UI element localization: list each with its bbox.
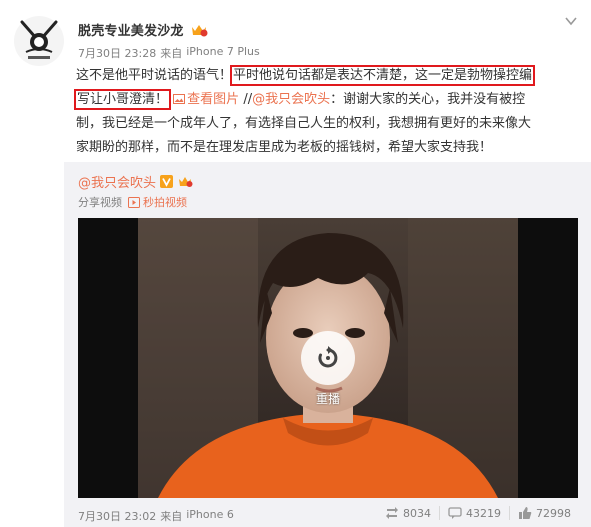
video-tag-link[interactable]: 秒拍视频 — [128, 194, 187, 210]
text-segment: 这不是他平时说话的语气！ — [76, 68, 233, 83]
vip-badge-icon — [179, 177, 193, 187]
author-line: 脱壳专业美发沙龙 — [78, 20, 208, 39]
highlighted-text-2: 写让小哥澄清！ — [73, 89, 172, 110]
text-segment: ：谢谢大家的关心，我并没有被控 — [330, 92, 526, 107]
replay-button[interactable] — [301, 331, 355, 385]
repost-separator: // — [243, 92, 253, 107]
share-label: 分享视频 — [78, 196, 122, 209]
repost-author[interactable]: @我只会吹头 — [78, 172, 156, 191]
repost-tags: 分享视频 秒拍视频 — [78, 194, 187, 210]
highlighted-text-1: 平时他说句话都是表达不清楚，这一定是勃物操控编 — [230, 65, 536, 86]
like-count-button[interactable]: 72998 — [509, 506, 579, 520]
text-line-4: 家期盼的那样，而不是在理发店里成为老板的摇钱树，希望大家支持我！ — [76, 140, 493, 155]
repost-meta: 7月30日 23:02 来自 iPhone 6 — [78, 508, 234, 524]
post-device[interactable]: iPhone 7 Plus — [186, 45, 260, 61]
author-name[interactable]: 脱壳专业美发沙龙 — [78, 20, 184, 39]
view-image-label: 查看图片 — [187, 92, 240, 107]
repost-author-line: @我只会吹头 — [78, 172, 193, 191]
vip-badge-icon — [190, 22, 208, 37]
text-line-1: 这不是他平时说话的语气！平时他说句话都是表达不清楚，这一定是勃物操控编 — [76, 64, 586, 88]
video-tag-icon — [128, 196, 140, 208]
repost-stats: 8034 43219 72998 — [377, 506, 579, 520]
repost-count-button[interactable]: 8034 — [377, 506, 439, 520]
comment-count-button[interactable]: 43219 — [439, 506, 509, 520]
post-text: 这不是他平时说话的语气！平时他说句话都是表达不清楚，这一定是勃物操控编 写让小哥… — [73, 64, 586, 160]
replay-icon — [318, 346, 338, 368]
repost-count: 8034 — [403, 506, 431, 520]
chevron-down-icon[interactable] — [563, 14, 579, 28]
mention-link[interactable]: @我只会吹头 — [252, 92, 330, 107]
post-meta: 7月30日 23:28 来自 iPhone 7 Plus — [78, 45, 260, 61]
via-label: 来自 — [160, 47, 183, 60]
post-time[interactable]: 7月30日 23:28 — [78, 45, 156, 61]
like-count: 72998 — [536, 506, 571, 520]
weibo-post: 脱壳专业美发沙龙 7月30日 23:28 来自 iPhone 7 Plus 这不… — [0, 0, 591, 527]
author-avatar[interactable] — [14, 16, 64, 66]
image-icon — [173, 94, 186, 104]
text-line-3: 制，我已经是一个成年人了，有选择自己人生的权利，我想拥有更好的未来像大 — [76, 116, 532, 131]
like-icon — [519, 507, 532, 519]
text-line-2: 写让小哥澄清！ 查看图片 //@我只会吹头：谢谢大家的关心，我并没有被控 — [73, 88, 586, 112]
comment-count: 43219 — [466, 506, 501, 520]
verified-v-icon — [160, 175, 174, 188]
repost-device[interactable]: iPhone 6 — [186, 508, 234, 524]
view-image-link[interactable]: 查看图片 — [173, 92, 243, 107]
comment-icon — [448, 507, 462, 519]
repost-card: @我只会吹头 分享视频 秒拍视频 重播 7月30日 23:02 来自 iPhon… — [64, 162, 591, 527]
repost-icon — [386, 507, 398, 519]
repost-time[interactable]: 7月30日 23:02 — [78, 508, 156, 524]
via-label: 来自 — [160, 510, 183, 523]
video-player[interactable]: 重播 — [78, 218, 578, 498]
replay-label[interactable]: 重播 — [308, 390, 348, 407]
video-tag-label: 秒拍视频 — [143, 196, 187, 209]
